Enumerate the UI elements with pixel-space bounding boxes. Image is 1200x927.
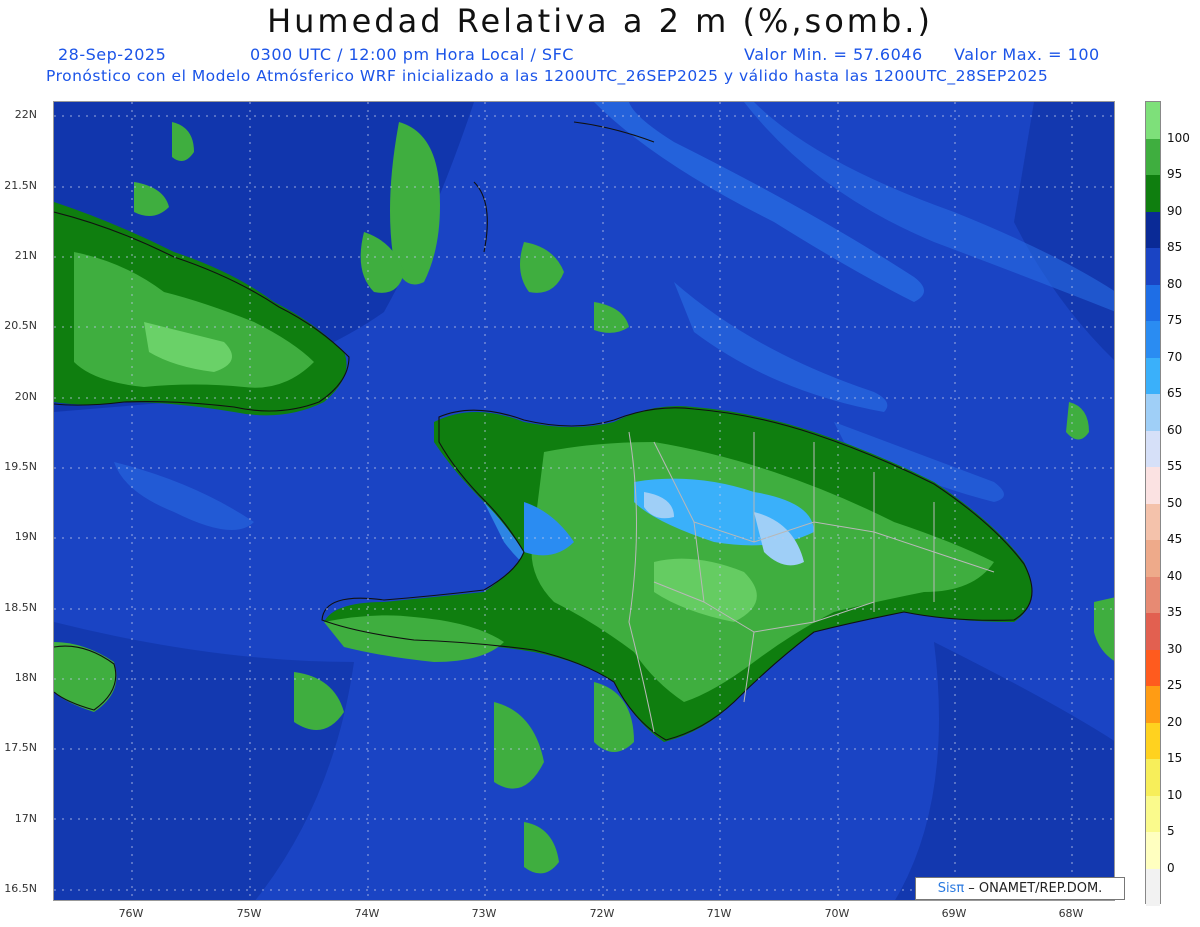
lat-label-20-5n: 20.5N bbox=[4, 319, 37, 332]
colorbar-label: 85 bbox=[1167, 240, 1183, 254]
colorbar-label: 65 bbox=[1167, 386, 1183, 400]
colorbar-segment bbox=[1146, 357, 1160, 395]
lat-label-22n: 22N bbox=[14, 108, 37, 121]
colorbar-segment bbox=[1146, 759, 1160, 796]
colorbar-label: 75 bbox=[1167, 313, 1183, 327]
lon-label-69w: 69W bbox=[941, 907, 967, 920]
colorbar-label: 55 bbox=[1167, 459, 1183, 473]
lat-label-18-5n: 18.5N bbox=[4, 601, 37, 614]
credit-box: Sisπ – ONAMET/REP.DOM. bbox=[915, 877, 1125, 900]
lon-label-76w: 76W bbox=[118, 907, 144, 920]
colorbar-label: 60 bbox=[1167, 422, 1183, 437]
date-label: 28-Sep-2025 bbox=[58, 45, 167, 64]
colorbar-label: 25 bbox=[1167, 678, 1183, 692]
lon-label-71w: 71W bbox=[706, 907, 732, 920]
time-label: 0300 UTC / 12:00 pm Hora Local / SFC bbox=[250, 45, 574, 64]
colorbar-segment bbox=[1146, 576, 1160, 614]
colorbar-label: 100 bbox=[1167, 130, 1190, 145]
lat-label-17n: 17N bbox=[14, 812, 37, 825]
colorbar-segment bbox=[1146, 686, 1160, 723]
colorbar-segment bbox=[1146, 467, 1160, 504]
colorbar-segment bbox=[1146, 284, 1160, 322]
colorbar-label: 10 bbox=[1167, 787, 1183, 802]
colorbar-segment bbox=[1146, 722, 1160, 760]
lat-label-19n: 19N bbox=[14, 530, 37, 543]
colorbar-label: 70 bbox=[1167, 349, 1183, 364]
map-area bbox=[53, 101, 1115, 901]
map-title: Humedad Relativa a 2 m (%,somb.) bbox=[267, 2, 933, 40]
colorbar-label: 30 bbox=[1167, 641, 1183, 656]
colorbar-label: 95 bbox=[1167, 167, 1183, 181]
lat-label-21-5n: 21.5N bbox=[4, 179, 37, 192]
lon-label-74w: 74W bbox=[354, 907, 380, 920]
colorbar-label: 80 bbox=[1167, 276, 1183, 291]
lat-label-16-5n: 16.5N bbox=[4, 882, 37, 895]
colorbar-segment bbox=[1146, 795, 1160, 833]
colorbar-segment bbox=[1146, 211, 1160, 249]
humidity-field bbox=[54, 102, 1114, 900]
lon-label-68w: 68W bbox=[1058, 907, 1084, 920]
lat-label-17-5n: 17.5N bbox=[4, 741, 37, 754]
forecast-info: Pronóstico con el Modelo Atmósferico WRF… bbox=[46, 67, 1049, 85]
colorbar-segment bbox=[1146, 503, 1160, 541]
colorbar-segment bbox=[1146, 394, 1160, 431]
colorbar-segment bbox=[1146, 649, 1160, 687]
lat-label-19-5n: 19.5N bbox=[4, 460, 37, 473]
colorbar bbox=[1145, 101, 1161, 906]
credit-text: – ONAMET/REP.DOM. bbox=[964, 881, 1103, 896]
colorbar-label: 20 bbox=[1167, 714, 1183, 729]
colorbar-label: 0 bbox=[1167, 860, 1175, 875]
lon-label-70w: 70W bbox=[824, 907, 850, 920]
colorbar-segment bbox=[1146, 248, 1160, 285]
colorbar-segment bbox=[1146, 175, 1160, 212]
colorbar-label: 35 bbox=[1167, 605, 1183, 619]
brand-logo: Sisπ bbox=[937, 881, 965, 896]
colorbar-label: 15 bbox=[1167, 751, 1183, 765]
lat-label-21n: 21N bbox=[14, 249, 37, 262]
max-value-label: Valor Max. = 100 bbox=[954, 45, 1100, 64]
lon-label-75w: 75W bbox=[236, 907, 262, 920]
lat-label-20n: 20N bbox=[14, 390, 37, 403]
colorbar-label: 5 bbox=[1167, 824, 1175, 838]
colorbar-label: 50 bbox=[1167, 495, 1183, 510]
colorbar-label: 40 bbox=[1167, 568, 1183, 583]
colorbar-segment bbox=[1146, 321, 1160, 358]
colorbar-segment bbox=[1146, 430, 1160, 468]
colorbar-label: 90 bbox=[1167, 203, 1183, 218]
lon-label-72w: 72W bbox=[589, 907, 615, 920]
colorbar-segment bbox=[1146, 613, 1160, 650]
lat-label-18n: 18N bbox=[14, 671, 37, 684]
colorbar-segment bbox=[1146, 102, 1160, 139]
colorbar-segment bbox=[1146, 540, 1160, 577]
lon-label-73w: 73W bbox=[471, 907, 497, 920]
colorbar-segment bbox=[1146, 868, 1160, 906]
min-value-label: Valor Min. = 57.6046 bbox=[744, 45, 923, 64]
colorbar-label: 45 bbox=[1167, 532, 1183, 546]
colorbar-segment bbox=[1146, 832, 1160, 869]
colorbar-segment bbox=[1146, 138, 1160, 176]
